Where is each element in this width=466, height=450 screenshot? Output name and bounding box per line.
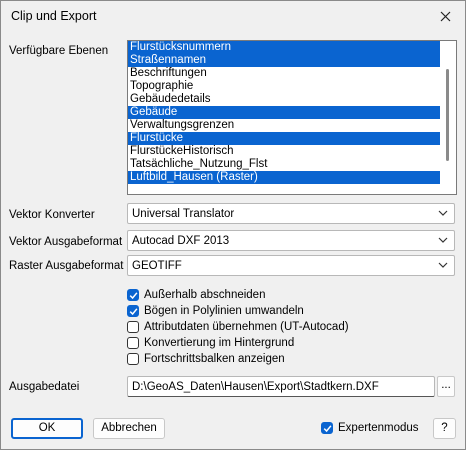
vektor-format-label: Vektor Ausgabeformat bbox=[9, 236, 123, 248]
vektor-konverter-value: Universal Translator bbox=[132, 208, 235, 220]
expert-mode-label: Expertenmodus bbox=[338, 422, 419, 434]
option-label: Außerhalb abschneiden bbox=[144, 289, 266, 301]
help-button[interactable]: ? bbox=[433, 418, 456, 439]
layer-list-item[interactable]: Luftbild_Hausen (Raster) bbox=[128, 171, 440, 184]
option-label: Fortschrittsbalken anzeigen bbox=[144, 353, 285, 365]
ok-button[interactable]: OK bbox=[11, 418, 83, 439]
option-label: Bögen in Polylinien umwandeln bbox=[144, 305, 304, 317]
layer-list-item[interactable]: Tatsächliche_Nutzung_Flst bbox=[128, 158, 440, 171]
layers-listbox[interactable]: Flurstücksnummern Straßennamen Beschriftun… bbox=[127, 40, 457, 195]
vektor-konverter-select[interactable]: Universal Translator bbox=[127, 203, 455, 224]
raster-format-label: Raster Ausgabeformat bbox=[9, 260, 124, 272]
output-path-value: D:\GeoAS_Daten\Hausen\Export\Stadtkern.D… bbox=[132, 381, 379, 393]
layer-list-item[interactable]: Verwaltungsgrenzen bbox=[128, 119, 440, 132]
layers-list: Flurstücksnummern Straßennamen Beschriftun… bbox=[128, 41, 440, 184]
output-path-input[interactable]: D:\GeoAS_Daten\Hausen\Export\Stadtkern.D… bbox=[127, 376, 435, 397]
chevron-down-icon bbox=[438, 237, 448, 243]
title-bar: Clip und Export bbox=[1, 1, 465, 31]
layer-list-item[interactable]: FlurstückeHistorisch bbox=[128, 145, 440, 158]
option-checkbox[interactable]: Fortschrittsbalken anzeigen bbox=[127, 352, 285, 366]
checkbox-unchecked-icon bbox=[127, 321, 139, 333]
option-checkbox[interactable]: Außerhalb abschneiden bbox=[127, 288, 265, 302]
checkbox-checked-icon bbox=[321, 422, 333, 434]
window-title: Clip und Export bbox=[11, 9, 97, 23]
close-button[interactable] bbox=[433, 5, 457, 27]
chevron-down-icon bbox=[438, 210, 448, 216]
vektor-format-value: Autocad DXF 2013 bbox=[132, 235, 230, 247]
dialog-window: Clip und Export Verfügbare Ebenen Flurst… bbox=[0, 0, 466, 450]
scrollbar-thumb[interactable] bbox=[446, 69, 449, 161]
layer-list-item[interactable]: Straßennamen bbox=[128, 54, 440, 67]
chevron-down-icon bbox=[438, 262, 448, 268]
option-label: Konvertierung im Hintergrund bbox=[144, 337, 295, 349]
option-label: Attributdaten übernehmen (UT-Autocad) bbox=[144, 321, 349, 333]
cancel-button[interactable]: Abbrechen bbox=[93, 418, 165, 439]
layer-list-item[interactable]: Gebäudedetails bbox=[128, 93, 440, 106]
layer-list-item[interactable]: Gebäude bbox=[128, 106, 440, 119]
checkbox-checked-icon bbox=[127, 289, 139, 301]
output-label: Ausgabedatei bbox=[9, 381, 80, 393]
expert-mode-checkbox[interactable]: Expertenmodus bbox=[321, 421, 419, 435]
checkbox-checked-icon bbox=[127, 305, 139, 317]
layers-scrollbar[interactable] bbox=[440, 41, 456, 194]
raster-format-select[interactable]: GEOTIFF bbox=[127, 255, 455, 276]
vektor-konverter-label: Vektor Konverter bbox=[9, 209, 95, 221]
raster-format-value: GEOTIFF bbox=[132, 260, 182, 272]
layer-list-item[interactable]: Topographie bbox=[128, 80, 440, 93]
close-icon bbox=[440, 11, 450, 21]
option-checkbox[interactable]: Attributdaten übernehmen (UT-Autocad) bbox=[127, 320, 349, 334]
browse-button[interactable]: ... bbox=[437, 376, 455, 397]
checkbox-unchecked-icon bbox=[127, 337, 139, 349]
layer-list-item[interactable]: Flurstücksnummern bbox=[128, 41, 440, 54]
layer-list-item[interactable]: Flurstücke bbox=[128, 132, 440, 145]
option-checkbox[interactable]: Bögen in Polylinien umwandeln bbox=[127, 304, 304, 318]
layers-label: Verfügbare Ebenen bbox=[9, 45, 109, 57]
option-checkbox[interactable]: Konvertierung im Hintergrund bbox=[127, 336, 294, 350]
layer-list-item[interactable]: Beschriftungen bbox=[128, 67, 440, 80]
checkbox-unchecked-icon bbox=[127, 353, 139, 365]
vektor-format-select[interactable]: Autocad DXF 2013 bbox=[127, 230, 455, 251]
